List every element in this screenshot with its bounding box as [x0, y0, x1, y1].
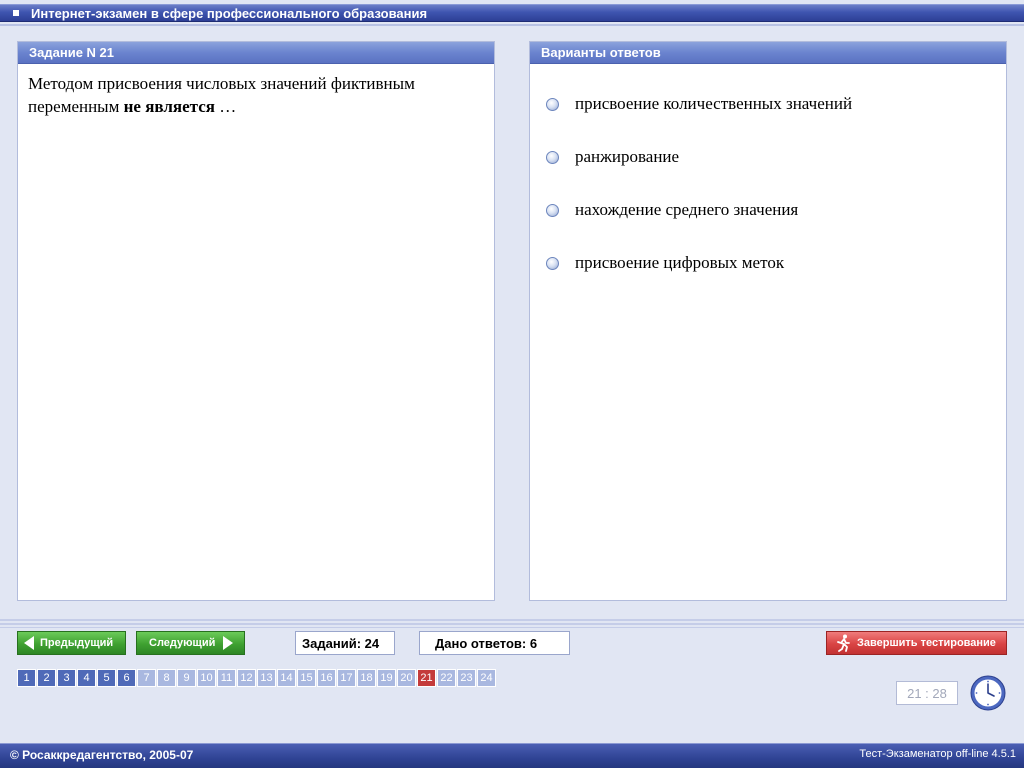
- question-nav-13[interactable]: 13: [257, 669, 276, 687]
- radio-icon[interactable]: [546, 151, 559, 164]
- answer-option-label[interactable]: ранжирование: [575, 145, 679, 168]
- question-nav-8[interactable]: 8: [157, 669, 176, 687]
- question-nav-2[interactable]: 2: [37, 669, 56, 687]
- window-title: Интернет-экзамен в сфере профессионально…: [31, 6, 428, 21]
- question-nav-11[interactable]: 11: [217, 669, 236, 687]
- timer-display: 21 : 28: [896, 681, 958, 705]
- question-nav-4[interactable]: 4: [77, 669, 96, 687]
- title-rule: [0, 24, 1024, 26]
- question-navigation: 1 2 3 4 5 6 7 8 9 10 11 12 13 14 15 16 17 18 19 20 21 22 23 24: [17, 669, 497, 687]
- question-nav-21[interactable]: 21: [417, 669, 436, 687]
- answers-header: Варианты ответов: [530, 42, 1006, 64]
- question-nav-24[interactable]: 24: [477, 669, 496, 687]
- previous-button[interactable]: Предыдущий: [17, 631, 126, 655]
- radio-icon[interactable]: [546, 257, 559, 270]
- question-nav-14[interactable]: 14: [277, 669, 296, 687]
- question-nav-5[interactable]: 5: [97, 669, 116, 687]
- question-nav-6[interactable]: 6: [117, 669, 136, 687]
- question-header: Задание N 21: [18, 42, 494, 64]
- question-panel: Задание N 21 Методом присвоения числовых…: [17, 41, 495, 601]
- question-nav-18[interactable]: 18: [357, 669, 376, 687]
- answer-option-label[interactable]: присвоение цифровых меток: [575, 251, 784, 274]
- answer-option-4[interactable]: присвоение цифровых меток: [546, 251, 1006, 304]
- next-button-label: Следующий: [149, 637, 216, 649]
- answer-option-label[interactable]: присвоение количественных значений: [575, 92, 852, 115]
- question-text-part2: …: [214, 97, 237, 116]
- answer-option-1[interactable]: присвоение количественных значений: [546, 92, 1006, 145]
- answer-option-2[interactable]: ранжирование: [546, 145, 1006, 198]
- question-nav-3[interactable]: 3: [57, 669, 76, 687]
- answer-option-label[interactable]: нахождение среднего значения: [575, 198, 798, 221]
- title-bar: Интернет-экзамен в сфере профессионально…: [0, 0, 1024, 30]
- answers-list: присвоение количественных значений ранжи…: [530, 64, 1006, 304]
- tasks-counter: Заданий: 24: [295, 631, 395, 655]
- question-text: Методом присвоения числовых значений фик…: [18, 64, 494, 118]
- clock-icon: [970, 675, 1006, 711]
- question-nav-17[interactable]: 17: [337, 669, 356, 687]
- question-nav-20[interactable]: 20: [397, 669, 416, 687]
- copyright-text: © Росаккредагентство, 2005-07: [10, 748, 194, 762]
- question-nav-22[interactable]: 22: [437, 669, 456, 687]
- running-man-icon: [837, 634, 850, 652]
- question-nav-9[interactable]: 9: [177, 669, 196, 687]
- question-nav-10[interactable]: 10: [197, 669, 216, 687]
- question-nav-1[interactable]: 1: [17, 669, 36, 687]
- answers-counter: Дано ответов: 6: [419, 631, 570, 655]
- finish-testing-button[interactable]: Завершить тестирование: [826, 631, 1007, 655]
- question-nav-19[interactable]: 19: [377, 669, 396, 687]
- radio-icon[interactable]: [546, 204, 559, 217]
- previous-button-label: Предыдущий: [40, 637, 114, 649]
- answers-panel: Варианты ответов присвоение количественн…: [529, 41, 1007, 601]
- finish-testing-label: Завершить тестирование: [857, 637, 996, 649]
- footer: © Росаккредагентство, 2005-07 Тест-Экзам…: [0, 743, 1024, 768]
- arrow-left-icon: [24, 636, 34, 650]
- question-nav-16[interactable]: 16: [317, 669, 336, 687]
- app-version: Тест-Экзаменатор off-line 4.5.1: [859, 748, 1016, 760]
- question-nav-12[interactable]: 12: [237, 669, 256, 687]
- question-nav-7[interactable]: 7: [137, 669, 156, 687]
- separator-stripes: [0, 619, 1024, 628]
- answer-option-3[interactable]: нахождение среднего значения: [546, 198, 1006, 251]
- question-nav-15[interactable]: 15: [297, 669, 316, 687]
- next-button[interactable]: Следующий: [136, 631, 245, 655]
- title-bullet-icon: [13, 10, 19, 16]
- radio-icon[interactable]: [546, 98, 559, 111]
- arrow-right-icon: [223, 636, 234, 650]
- question-text-bold: не является: [123, 97, 215, 116]
- title-bar-strip: Интернет-экзамен в сфере профессионально…: [0, 4, 1024, 22]
- question-nav-23[interactable]: 23: [457, 669, 476, 687]
